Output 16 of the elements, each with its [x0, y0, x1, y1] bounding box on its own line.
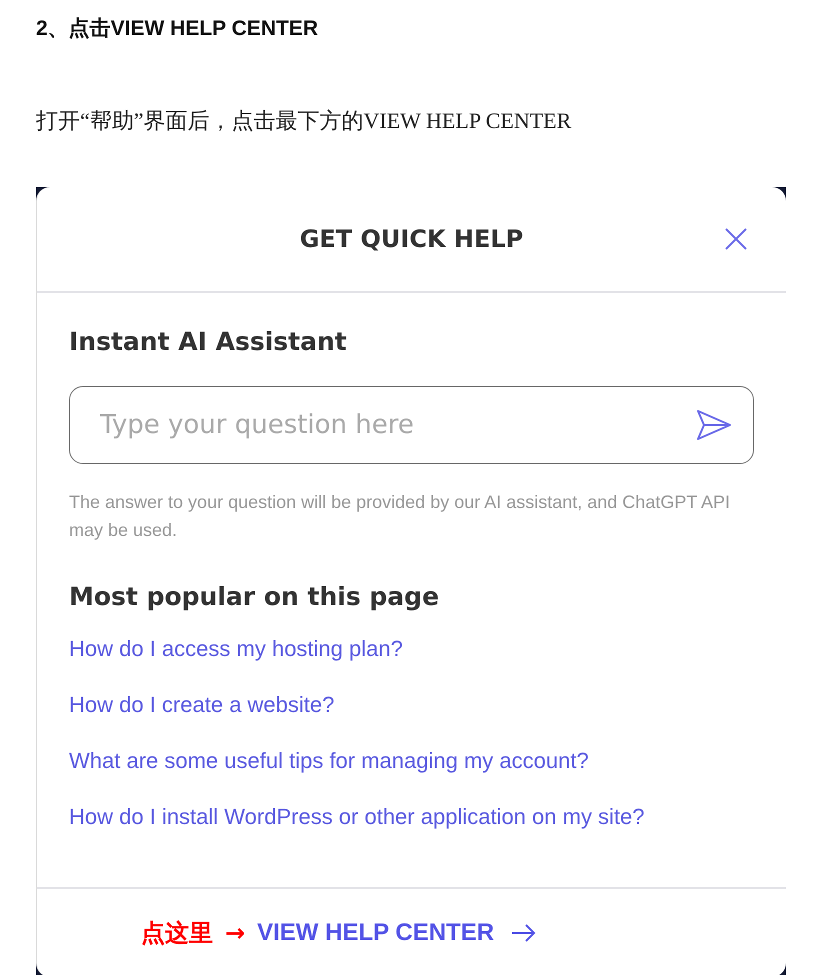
help-link[interactable]: How do I access my hosting plan? — [69, 631, 403, 667]
popular-heading: Most popular on this page — [69, 582, 440, 611]
question-field[interactable]: Type your question here — [69, 386, 754, 464]
assistant-note: The answer to your question will be provided by our AI assistant, and ChatGPT API may be used. — [69, 491, 732, 542]
help-link[interactable]: What are some useful tips for managing my account? — [69, 743, 589, 779]
send-icon[interactable] — [696, 409, 732, 441]
assistant-heading: Instant AI Assistant — [69, 327, 348, 356]
arrow-icon — [510, 923, 536, 943]
help-link[interactable]: How do I create a website? — [69, 687, 334, 723]
instruction-text: 打开“帮助”界面后，点击最下方的VIEW HELP CENTER — [36, 107, 572, 135]
section-heading: 2、点击VIEW HELP CENTER — [36, 16, 319, 42]
help-link[interactable]: How do I install WordPress or other application on my site? — [69, 799, 645, 835]
annotation-arrow: → — [225, 919, 246, 947]
help-center-link[interactable]: VIEW HELP CENTER — [257, 919, 536, 947]
annotation-text: 点这里 — [141, 918, 213, 949]
panel-title: GET QUICK HELP — [300, 225, 524, 253]
